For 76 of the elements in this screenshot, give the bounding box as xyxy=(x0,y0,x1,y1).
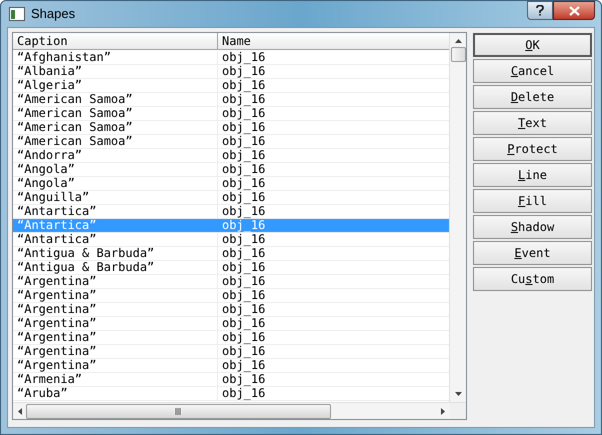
table-cell: “American Samoa” xyxy=(13,93,218,106)
list-row[interactable]: “Algeria” obj_16 xyxy=(13,79,450,93)
scroll-down-icon[interactable] xyxy=(454,392,462,396)
scroll-up-icon[interactable] xyxy=(454,39,462,43)
list-row[interactable]: “Argentina” obj_16 xyxy=(13,317,450,331)
vertical-scrollbar[interactable] xyxy=(449,33,466,402)
dialog-button[interactable]: Cancel xyxy=(473,59,592,83)
dialog-button[interactable]: Fill xyxy=(473,189,592,213)
table-cell: “Argentina” xyxy=(13,275,218,288)
table-cell: “American Samoa” xyxy=(13,107,218,120)
table-cell: “Armenia” xyxy=(13,373,218,386)
list-row[interactable]: “Antigua & Barbuda” obj_16 xyxy=(13,261,450,275)
close-icon xyxy=(568,6,580,16)
scroll-right-icon[interactable] xyxy=(441,408,445,414)
list-row[interactable]: “Albania” obj_16 xyxy=(13,65,450,79)
table-cell: “Antartica” xyxy=(13,205,218,218)
table-cell: “Argentina” xyxy=(13,345,218,358)
dialog-button[interactable]: Delete xyxy=(473,85,592,109)
table-cell: “Algeria” xyxy=(13,79,218,92)
table-cell: “Angola” xyxy=(13,163,218,176)
dialog-button[interactable]: Text xyxy=(473,111,592,135)
list-row[interactable]: “Argentina” obj_16 xyxy=(13,345,450,359)
window-title: Shapes xyxy=(31,5,76,24)
list-row[interactable]: “American Samoa” obj_16 xyxy=(13,93,450,107)
help-button[interactable] xyxy=(527,1,553,20)
close-button[interactable] xyxy=(553,1,595,20)
list-row[interactable]: “Angola” obj_16 xyxy=(13,177,450,191)
scroll-thumb[interactable] xyxy=(26,404,331,418)
table-cell: “Argentina” xyxy=(13,303,218,316)
list-row[interactable]: “Armenia” obj_16 xyxy=(13,373,450,387)
scroll-left-icon[interactable] xyxy=(18,408,22,414)
table-cell: “American Samoa” xyxy=(13,121,218,134)
list-row[interactable]: “Argentina” obj_16 xyxy=(13,289,450,303)
table-cell: “Andorra” xyxy=(13,149,218,162)
table-cell: “Antartica” xyxy=(13,233,218,246)
list-row[interactable]: “Afghanistan” obj_16 xyxy=(13,51,450,65)
column-header[interactable]: Name xyxy=(218,33,450,49)
list-row[interactable]: “American Samoa” obj_16 xyxy=(13,135,450,149)
horizontal-scrollbar[interactable] xyxy=(13,403,450,419)
table-cell: “Argentina” xyxy=(13,289,218,302)
list-row[interactable]: “Andorra” obj_16 xyxy=(13,149,450,163)
table-cell: “Angola” xyxy=(13,177,218,190)
scrollbar-corner xyxy=(450,403,466,419)
help-icon xyxy=(536,5,544,16)
table-cell: “Argentina” xyxy=(13,331,218,344)
table-cell: “Antigua & Barbuda” xyxy=(13,261,218,274)
list-row[interactable]: “Antartica” obj_16 xyxy=(13,233,450,247)
list-row[interactable]: “Anguilla” obj_16 xyxy=(13,191,450,205)
table-cell: “Argentina” xyxy=(13,359,218,372)
table-cell: “Antigua & Barbuda” xyxy=(13,247,218,260)
window-icon xyxy=(9,7,25,21)
column-header[interactable]: Caption xyxy=(13,33,218,49)
table-cell: “Albania” xyxy=(13,65,218,78)
dialog-button[interactable]: Shadow xyxy=(473,215,592,239)
list-row[interactable]: “American Samoa” obj_16 xyxy=(13,107,450,121)
list-row[interactable]: “Argentina” obj_16 xyxy=(13,359,450,373)
list-row[interactable]: “Argentina” obj_16 xyxy=(13,275,450,289)
dialog-button[interactable]: OK xyxy=(473,33,592,57)
scroll-thumb[interactable] xyxy=(450,47,466,62)
table-cell: “Anguilla” xyxy=(13,191,218,204)
dialog-button[interactable]: Line xyxy=(473,163,592,187)
table-cell: “Aruba” xyxy=(13,387,218,400)
table-cell: “Argentina” xyxy=(13,317,218,330)
grip-icon xyxy=(175,408,182,414)
dialog-button[interactable]: Custom xyxy=(473,267,592,291)
table-cell: “Afghanistan” xyxy=(13,51,218,64)
dialog-button[interactable]: Event xyxy=(473,241,592,265)
list-row[interactable]: “Angola” obj_16 xyxy=(13,163,450,177)
list-row[interactable]: “Aruba” obj_16 xyxy=(13,387,450,401)
dialog-button[interactable]: P rotect xyxy=(473,137,592,161)
list-row[interactable]: “Antigua & Barbuda” obj_16 xyxy=(13,247,450,261)
list-row[interactable]: “American Samoa” obj_16 xyxy=(13,121,450,135)
list-row[interactable]: “Argentina” obj_16 xyxy=(13,331,450,345)
table-cell: “Antartica” xyxy=(13,219,218,232)
list-row[interactable]: “Argentina” obj_16 xyxy=(13,303,450,317)
table-cell: “American Samoa” xyxy=(13,135,218,148)
